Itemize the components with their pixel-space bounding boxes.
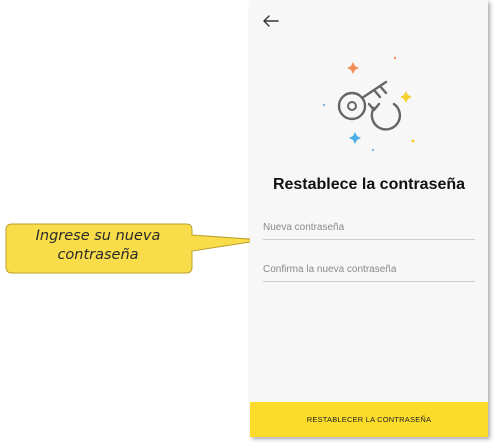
- key-reset-icon: [322, 56, 415, 152]
- page-title: Restablece la contraseña: [272, 176, 466, 193]
- reset-password-button[interactable]: RESTABLECER LA CONTRASEÑA: [250, 402, 488, 437]
- arrow-left-icon: [263, 15, 279, 27]
- new-password-field[interactable]: [263, 215, 475, 240]
- back-button[interactable]: [262, 13, 280, 29]
- sparkle-orange: [347, 62, 359, 74]
- sparkle-blue: [349, 132, 361, 144]
- reset-password-screen: Restablece la contraseña RESTABLECER LA …: [250, 0, 488, 437]
- sparkle-yellow: [400, 91, 412, 103]
- callout-line-1: Ingrese su nueva: [35, 228, 161, 244]
- callout-text: Ingrese su nueva contraseña: [8, 227, 188, 265]
- confirm-password-field[interactable]: [263, 257, 475, 282]
- annotation-callout: Ingrese su nueva contraseña: [0, 215, 270, 285]
- callout-line-2: contraseña: [57, 247, 139, 263]
